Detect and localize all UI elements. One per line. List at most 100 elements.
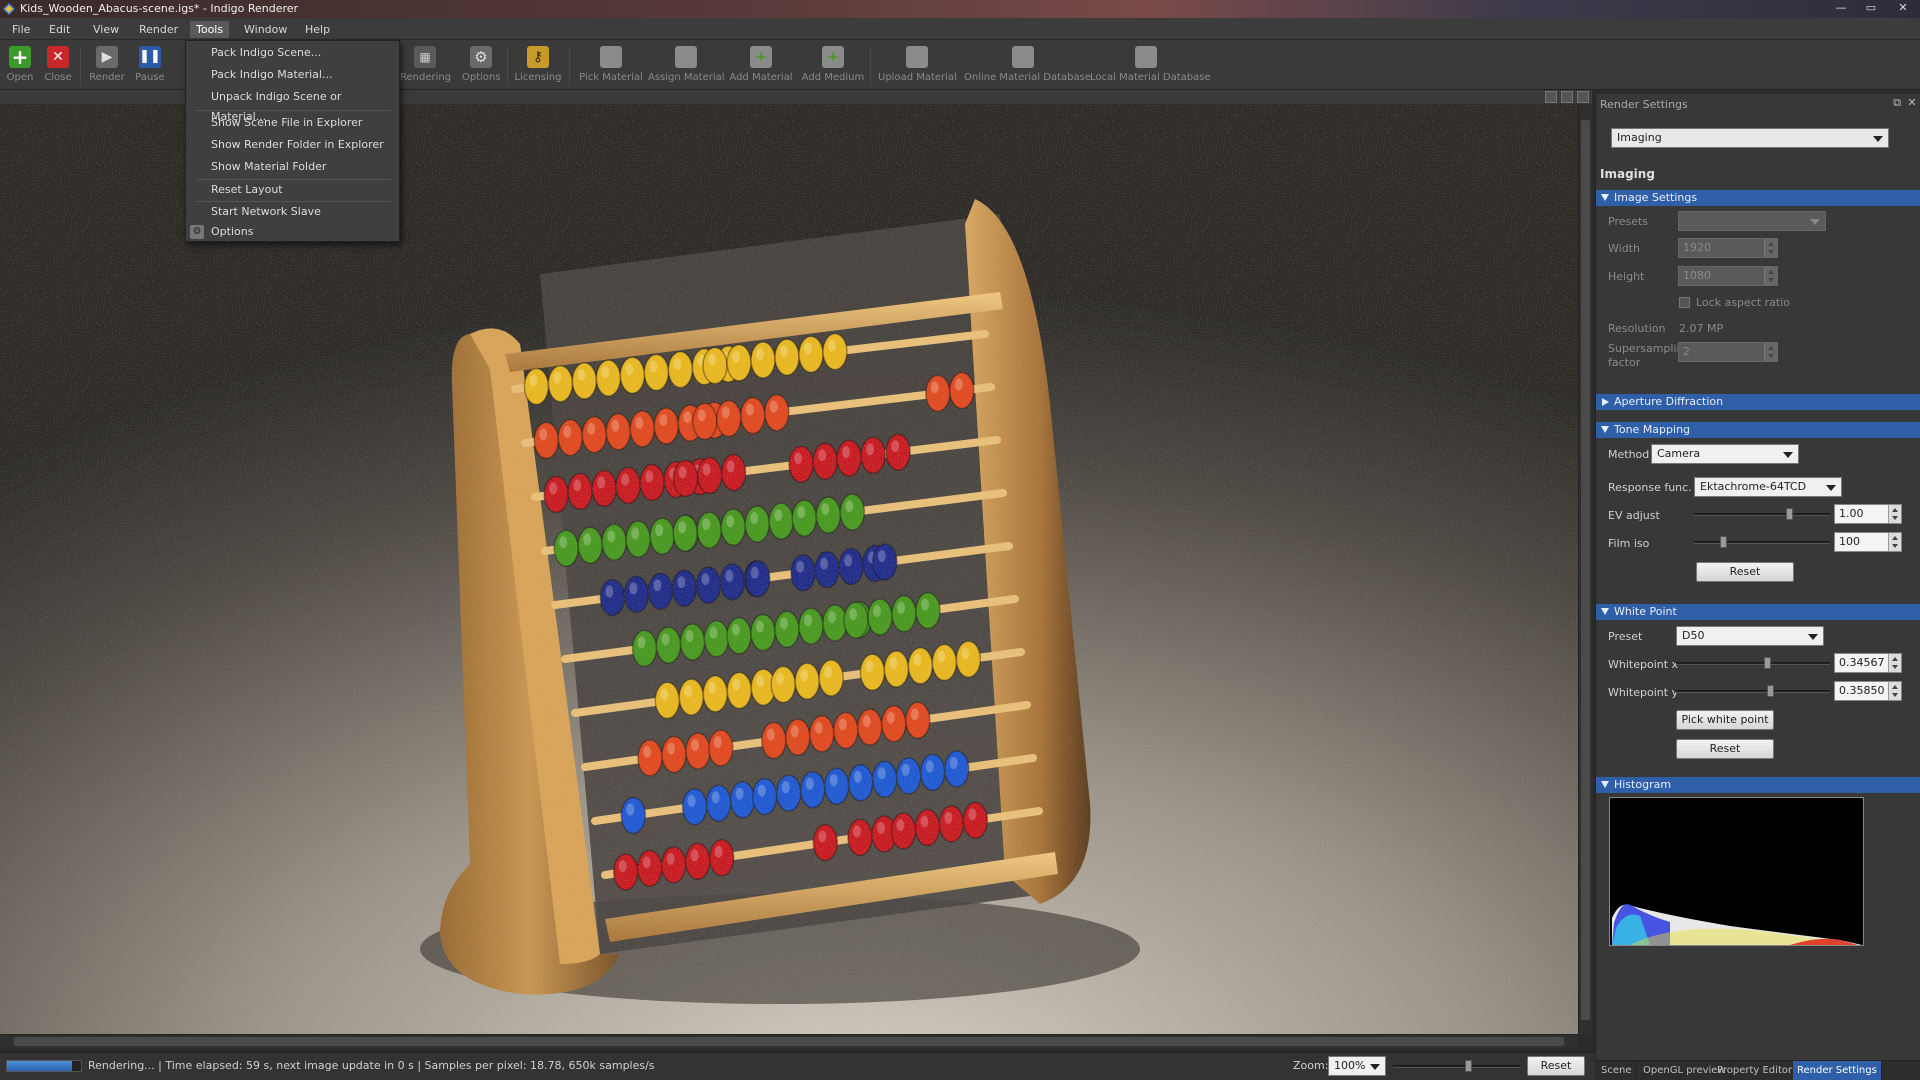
white-point-preset-select[interactable]: D50 [1676,626,1824,646]
tab-render-settings[interactable]: Render Settings [1793,1061,1882,1080]
add-material-button[interactable]: + Add Material [728,44,794,88]
zoom-slider[interactable] [1393,1058,1521,1074]
histogram-header[interactable]: Histogram [1596,777,1920,793]
tone-mapping-reset-button[interactable]: Reset [1696,562,1794,582]
abacus-bead-highlight [735,787,744,800]
menu-unpack-scene-or-material[interactable]: Unpack Indigo Scene or Material... [186,87,399,123]
menu-show-scene-file[interactable]: Show Scene File in Explorer [186,113,399,133]
abacus-bead-highlight [691,739,699,752]
menu-window[interactable]: Window [238,21,293,38]
menu-start-network-slave[interactable]: Start Network Slave [186,202,399,222]
viewport-fit-icon[interactable] [1545,91,1557,103]
lock-aspect-checkbox[interactable] [1679,297,1690,308]
options-button[interactable]: ⚙ Options [462,44,501,88]
settings-category-select[interactable]: Imaging [1611,128,1889,148]
abacus-bead [729,781,756,819]
aperture-diffraction-header[interactable]: Aperture Diffraction [1596,394,1920,410]
menu-show-render-folder[interactable]: Show Render Folder in Explorer [186,135,399,155]
online-material-database-button[interactable]: Online Material Database [964,44,1091,88]
supersampling-input[interactable]: 2 [1678,342,1778,362]
upload-material-button[interactable]: Upload Material [878,44,957,88]
menu-pack-indigo-scene[interactable]: Pack Indigo Scene... [186,43,399,63]
abacus-bead [871,760,898,799]
whitepoint-x-input[interactable]: 0.34567 [1834,653,1902,673]
minimize-button[interactable]: — [1830,1,1852,15]
abacus-bead-highlight [805,777,814,790]
white-point-reset-button[interactable]: Reset [1676,739,1774,759]
close-button[interactable]: ✕ Close [42,44,74,88]
viewport-expand-icon[interactable] [1561,91,1573,103]
film-iso-slider[interactable] [1694,534,1830,550]
menu-reset-layout[interactable]: Reset Layout [186,180,399,200]
close-window-button[interactable]: ✕ [1892,1,1914,15]
panel-undock-icon[interactable]: ⧉ [1891,97,1903,109]
height-input[interactable]: 1080 [1678,266,1778,286]
licensing-button[interactable]: ⚷ Licensing [514,44,562,88]
menu-tools[interactable]: Tools [190,21,230,38]
abacus-bead [655,626,682,664]
abacus-bead-highlight [643,745,651,758]
menu-bar: File Edit View Render Tools Window Help [0,18,1920,40]
local-material-database-button[interactable]: Local Material Database [1090,44,1211,88]
viewport-vertical-scrollbar[interactable] [1578,104,1592,1034]
abacus-bead [839,493,866,531]
abacus-bead-highlight [824,666,833,678]
method-label: Method [1608,448,1650,461]
abacus-bead-highlight [721,406,730,419]
menu-help[interactable]: Help [299,21,336,38]
response-func-select[interactable]: Ektachrome-64TCD [1694,477,1842,497]
abacus-bead [891,595,917,633]
film-iso-input[interactable]: 100 [1834,532,1902,552]
viewport-horizontal-scrollbar[interactable] [0,1034,1578,1048]
panel-close-icon[interactable]: ✕ [1906,97,1918,109]
pick-white-point-button[interactable]: Pick white point [1676,710,1774,730]
abacus-bead [625,520,651,558]
tone-mapping-header[interactable]: Tone Mapping [1596,422,1920,438]
abacus-bead-highlight [913,653,922,666]
add-medium-button[interactable]: + Add Medium [800,44,866,88]
zoom-reset-button[interactable]: Reset [1527,1056,1585,1076]
whitepoint-y-input[interactable]: 0.35850 [1834,681,1902,701]
menu-render[interactable]: Render [133,21,184,38]
whitepoint-y-slider[interactable] [1676,683,1830,699]
white-point-header[interactable]: White Point [1596,604,1920,620]
pick-material-button[interactable]: Pick Material [578,44,644,88]
rendering-settings-button[interactable]: ▦ Rendering [400,44,451,88]
menu-edit[interactable]: Edit [43,21,76,38]
maximize-button[interactable]: ▭ [1860,1,1882,15]
menu-show-material-folder[interactable]: Show Material Folder [186,157,399,177]
menu-view[interactable]: View [87,21,125,38]
presets-select[interactable] [1678,211,1826,231]
menu-options[interactable]: ⚙ Options [186,222,399,242]
abacus-bead-highlight [702,463,711,476]
abacus-bead-highlight [757,784,766,797]
panel-tab-bar: Scene OpenGL preview Property Editor Ren… [1595,1060,1920,1080]
viewport-undock-icon[interactable] [1577,91,1589,103]
abacus-bead-highlight [756,348,764,360]
menu-file[interactable]: File [6,21,36,38]
abacus-bead-highlight [818,830,827,843]
tab-scene[interactable]: Scene [1597,1061,1637,1080]
pause-button[interactable]: ❚❚ Pause [134,44,166,88]
render-viewport[interactable] [0,104,1578,1034]
ev-adjust-slider[interactable] [1694,506,1830,522]
tab-property-editor[interactable]: Property Editor [1713,1061,1798,1080]
abacus-bead [812,442,838,480]
abacus-bead-highlight [968,808,977,821]
assign-material-button[interactable]: Assign Material [648,44,725,88]
render-button[interactable]: ▶ Render [88,44,126,88]
menu-pack-indigo-material[interactable]: Pack Indigo Material... [186,65,399,85]
abacus-bead [815,496,842,534]
ev-adjust-input[interactable]: 1.00 [1834,504,1902,524]
whitepoint-x-slider[interactable] [1676,655,1830,671]
width-label: Width [1608,242,1640,255]
abacus-bead [581,415,608,454]
abacus-bead [905,701,931,740]
width-input[interactable]: 1920 [1678,238,1778,258]
method-select[interactable]: Camera [1651,444,1799,464]
abacus-bead-highlight [611,419,620,432]
open-button[interactable]: + Open [4,44,36,88]
abacus-bead [692,402,718,441]
image-settings-header[interactable]: Image Settings [1596,190,1920,206]
zoom-select[interactable]: 100% [1328,1056,1386,1076]
